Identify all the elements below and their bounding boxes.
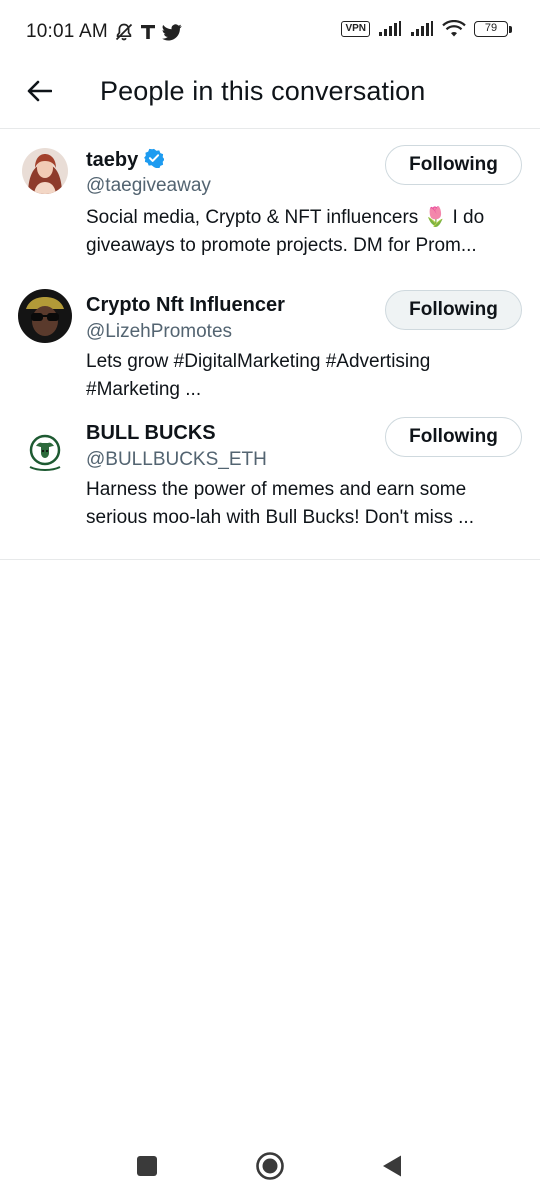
bio-line: #Marketing ... xyxy=(86,379,202,400)
person-item[interactable]: BULL BUCKS @BULLBUCKS_ETH Harness the po… xyxy=(0,416,540,559)
battery-icon: 79 xyxy=(474,21,512,37)
bio-line: Social media, Crypto & NFT influencers 🌷… xyxy=(86,207,485,228)
person-handle: @taegiveaway xyxy=(86,175,211,196)
person-name-row: Crypto Nft Influencer xyxy=(86,294,285,317)
status-time: 10:01 AM xyxy=(26,21,108,42)
person-item[interactable]: taeby @taegiveaway Social media, Crypto … xyxy=(0,130,540,273)
system-back-button[interactable] xyxy=(374,1148,410,1184)
app-header: People in this conversation xyxy=(0,64,540,129)
avatar[interactable] xyxy=(22,148,68,194)
person-handle: @BULLBUCKS_ETH xyxy=(86,449,267,470)
following-button[interactable]: Following xyxy=(385,145,522,185)
person-handle: @LizehPromotes xyxy=(86,321,233,342)
page-title: People in this conversation xyxy=(100,76,426,106)
signal-icon xyxy=(410,21,434,37)
person-name[interactable]: taeby xyxy=(86,149,138,172)
battery-level: 79 xyxy=(474,21,508,37)
vpn-badge: VPN xyxy=(341,21,370,37)
t-app-icon xyxy=(140,23,156,41)
battery-tip xyxy=(509,25,512,33)
person-item[interactable]: Crypto Nft Influencer @LizehPromotes Let… xyxy=(0,273,540,416)
status-left: 10:01 AM xyxy=(26,21,182,43)
person-bio: Harness the power of memes and earn some… xyxy=(86,476,522,532)
home-button[interactable] xyxy=(252,1148,288,1184)
status-right: VPN 79 xyxy=(341,20,512,38)
following-button[interactable]: Following xyxy=(385,417,522,457)
back-triangle-icon xyxy=(383,1155,401,1177)
bio-line: Lets grow #DigitalMarketing #Advertising xyxy=(86,351,431,372)
bio-line: giveaways to promote projects. DM for Pr… xyxy=(86,235,477,256)
person-name[interactable]: Crypto Nft Influencer xyxy=(86,294,285,317)
back-arrow-icon xyxy=(27,80,52,102)
person-name[interactable]: BULL BUCKS xyxy=(86,422,216,445)
system-nav-bar xyxy=(0,1134,540,1200)
status-bar: 10:01 AM VPN 79 xyxy=(0,0,540,64)
person-name-row: BULL BUCKS xyxy=(86,422,216,445)
wifi-icon xyxy=(442,20,466,38)
people-list: taeby @taegiveaway Social media, Crypto … xyxy=(0,130,540,560)
recents-button[interactable] xyxy=(129,1148,165,1184)
bell-muted-icon xyxy=(114,22,134,42)
following-button[interactable]: Following xyxy=(385,290,522,330)
avatar[interactable] xyxy=(18,289,72,343)
back-button[interactable] xyxy=(20,74,58,108)
twitter-bird-icon xyxy=(161,23,182,41)
home-circle-icon xyxy=(256,1152,284,1180)
person-name-row: taeby xyxy=(86,148,165,173)
bio-line: serious moo-lah with Bull Bucks! Don't m… xyxy=(86,507,474,528)
recents-square-icon xyxy=(137,1156,157,1176)
signal-icon xyxy=(378,21,402,37)
verified-badge-icon xyxy=(144,148,165,173)
avatar[interactable] xyxy=(22,429,68,475)
person-bio: Lets grow #DigitalMarketing #Advertising… xyxy=(86,348,522,404)
bio-line: Harness the power of memes and earn some xyxy=(86,479,467,500)
person-bio: Social media, Crypto & NFT influencers 🌷… xyxy=(86,204,522,260)
